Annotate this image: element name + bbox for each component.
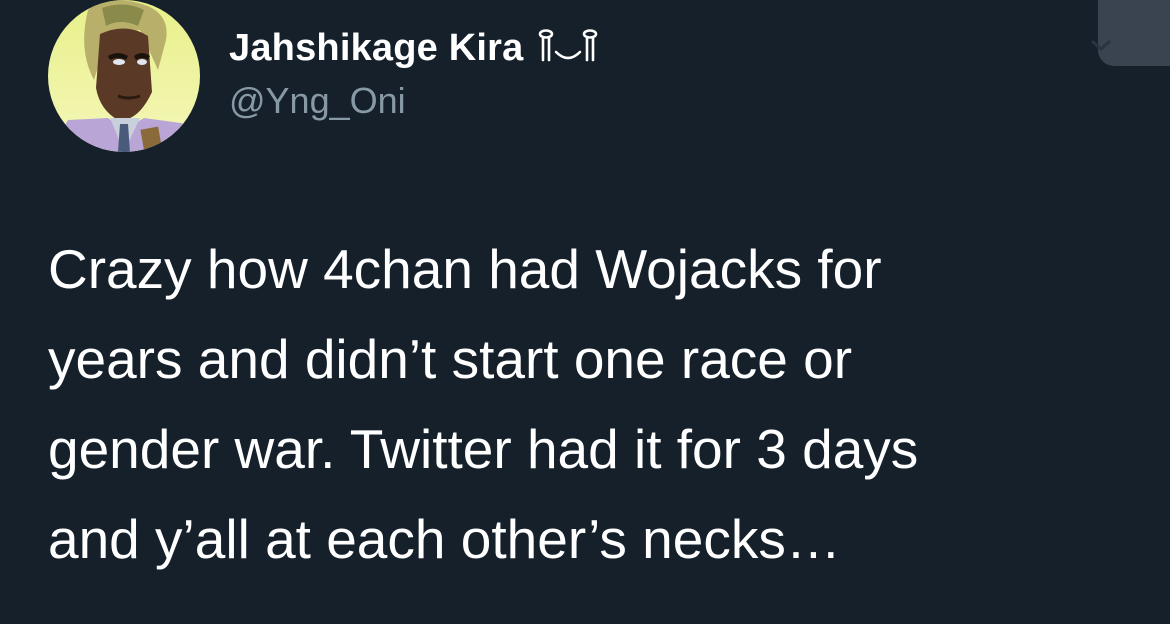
anime-character-avatar-icon	[48, 0, 200, 152]
tweet-text-line: and y’all at each other’s necks…	[48, 508, 841, 570]
tweet-text-line: years and didn’t start one race or	[48, 328, 853, 390]
display-name-row: Jahshikage Kira	[229, 26, 601, 70]
overlay-button[interactable]	[1098, 0, 1170, 66]
display-name[interactable]: Jahshikage Kira	[229, 26, 523, 70]
avatar[interactable]	[48, 0, 200, 152]
tweet-text-line: gender war. Twitter had it for 3 days	[48, 418, 919, 480]
chevron-icon	[1091, 40, 1111, 51]
kaomoji-emoji-icon	[535, 26, 601, 71]
tweet-text-line: Crazy how 4chan had Wojacks for	[48, 238, 882, 300]
user-handle[interactable]: @Yng_Oni	[229, 80, 406, 122]
tweet-text: Crazy how 4chan had Wojacks for years an…	[48, 224, 1128, 584]
